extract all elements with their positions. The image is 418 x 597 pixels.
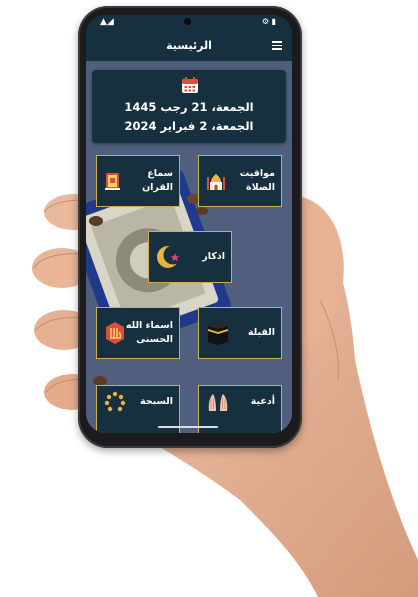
adhkar-tile[interactable]: اذكار [148, 231, 232, 283]
qibla-label: القبلة [247, 327, 275, 338]
hamburger-menu-icon[interactable] [272, 41, 282, 50]
prayer-times-label: مواقيت الصلاة [239, 168, 275, 193]
mosque-icon [207, 174, 225, 190]
date-card: الجمعة، 21 رجب 1445 الجمعة، 2 فبراير 202… [92, 70, 286, 143]
signal-icon: ▲◢ [100, 17, 114, 27]
crescent-star-icon [157, 245, 182, 268]
battery-icon: ⚙ ▮ [261, 17, 276, 26]
home-indicator[interactable] [158, 426, 218, 428]
front-camera [184, 18, 191, 25]
qibla-tile[interactable]: القبلة [198, 307, 282, 359]
page-title: الرئيسية [166, 39, 212, 52]
allah-calligraphy-icon [106, 322, 124, 344]
quran-book-icon [105, 173, 120, 190]
duas-label: أدعية [250, 396, 275, 407]
hijri-date: الجمعة، 21 رجب 1445 [124, 100, 254, 114]
status-bar: ▲◢ ⚙ ▮ [86, 15, 292, 31]
kaaba-icon [208, 322, 228, 345]
quran-audio-tile[interactable]: سماع القران [96, 155, 180, 207]
prayer-times-tile[interactable]: مواقيت الصلاة [198, 155, 282, 207]
praying-hands-icon [208, 394, 228, 411]
asma-allah-label: اسماء الله الحسنى [125, 320, 173, 345]
calendar-icon [182, 77, 198, 93]
adhkar-label: اذكار [202, 251, 225, 262]
app-header: الرئيسية [86, 31, 292, 61]
prayer-beads-icon [104, 391, 126, 412]
tasbih-label: السبحة [140, 396, 173, 407]
gregorian-date: الجمعة، 2 فبراير 2024 [124, 119, 254, 133]
quran-audio-label: سماع القران [142, 168, 173, 193]
asma-allah-tile[interactable]: اسماء الله الحسنى [96, 307, 180, 359]
app-screen: ▲◢ ⚙ ▮ الرئيسية الجمعة، 21 رجب 1445 الجم… [86, 15, 292, 433]
